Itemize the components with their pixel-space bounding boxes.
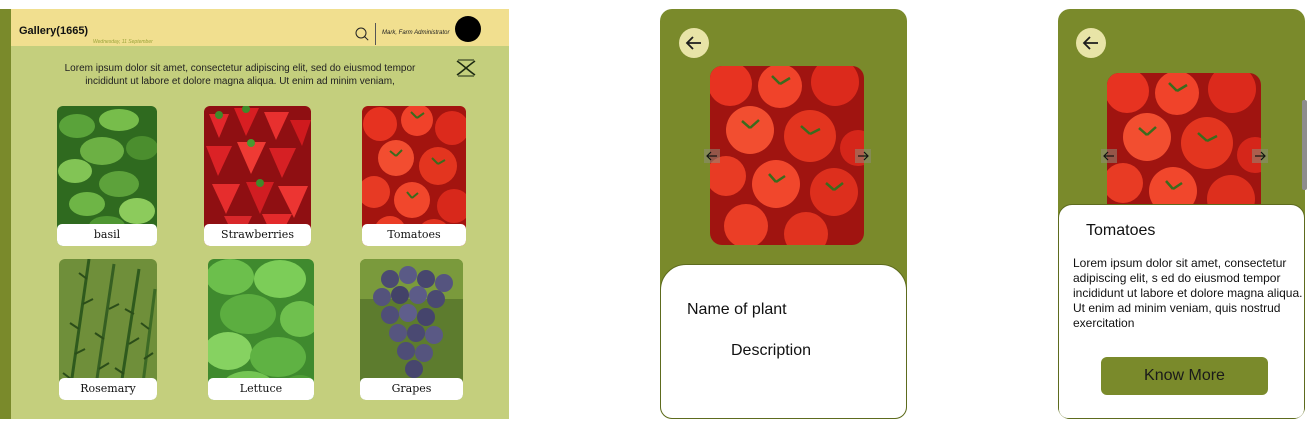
plant-name-label: Name of plant — [687, 301, 787, 318]
user-name: Mark, Farm Administrator — [382, 30, 450, 36]
tomatoes-image — [1107, 73, 1261, 223]
arrow-right-icon — [1255, 151, 1266, 161]
avatar[interactable] — [455, 16, 481, 42]
plant-description-label: Description — [731, 342, 812, 359]
arrow-left-icon — [1103, 151, 1114, 161]
back-button[interactable] — [679, 28, 709, 58]
gallery-item-rosemary[interactable]: Rosemary — [59, 259, 157, 400]
gallery-panel: Gallery(1665) Wednesday, 11 September Ma… — [0, 9, 509, 419]
next-image-button[interactable] — [1252, 149, 1268, 163]
gallery-item-label: Lettuce — [208, 378, 314, 400]
gallery-date: Wednesday, 11 September — [93, 39, 153, 45]
gallery-sidebar-strip — [0, 9, 11, 419]
close-icon[interactable] — [455, 59, 477, 77]
plant-detail-tomatoes: Tomatoes Lorem ipsum dolor sit amet, con… — [1058, 9, 1305, 419]
gallery-item-label: Strawberries — [204, 224, 311, 246]
screen: Gallery(1665) Wednesday, 11 September Ma… — [0, 0, 1307, 426]
plant-name: Tomatoes — [1086, 222, 1156, 239]
gallery-item-grapes[interactable]: Grapes — [360, 259, 463, 400]
tomatoes-image — [710, 66, 864, 245]
plant-description: Lorem ipsum dolor sit amet, consectetur … — [1073, 256, 1303, 330]
back-arrow-icon — [1082, 36, 1098, 50]
scrollbar[interactable] — [1302, 100, 1307, 190]
back-arrow-icon — [685, 36, 701, 50]
header-divider — [375, 23, 376, 45]
gallery-item-strawberries[interactable]: Strawberries — [204, 106, 311, 246]
arrow-right-icon — [858, 151, 869, 161]
prev-image-button[interactable] — [1101, 149, 1117, 163]
plant-detail-template: Name of plant Description — [660, 9, 907, 419]
gallery-title: Gallery(1665) — [19, 25, 89, 37]
plant-hero-image — [1107, 73, 1261, 223]
gallery-item-tomatoes[interactable]: Tomatoes — [362, 106, 466, 246]
next-image-button[interactable] — [855, 149, 871, 163]
gallery-item-label: Rosemary — [59, 378, 157, 400]
gallery-item-label: Grapes — [360, 378, 463, 400]
prev-image-button[interactable] — [704, 149, 720, 163]
know-more-button[interactable]: Know More — [1101, 357, 1268, 395]
detail-sheet: Tomatoes Lorem ipsum dolor sit amet, con… — [1058, 204, 1305, 419]
plant-hero-image — [710, 66, 864, 245]
gallery-item-basil[interactable]: basil — [57, 106, 157, 246]
gallery-item-label: Tomatoes — [362, 224, 466, 246]
gallery-intro: Lorem ipsum dolor sit amet, consectetur … — [64, 63, 416, 87]
gallery-item-label: basil — [57, 224, 157, 246]
detail-sheet: Name of plant Description — [660, 264, 907, 419]
back-button[interactable] — [1076, 28, 1106, 58]
search-icon[interactable] — [355, 27, 369, 41]
arrow-left-icon — [706, 151, 717, 161]
gallery-item-lettuce[interactable]: Lettuce — [208, 259, 314, 400]
